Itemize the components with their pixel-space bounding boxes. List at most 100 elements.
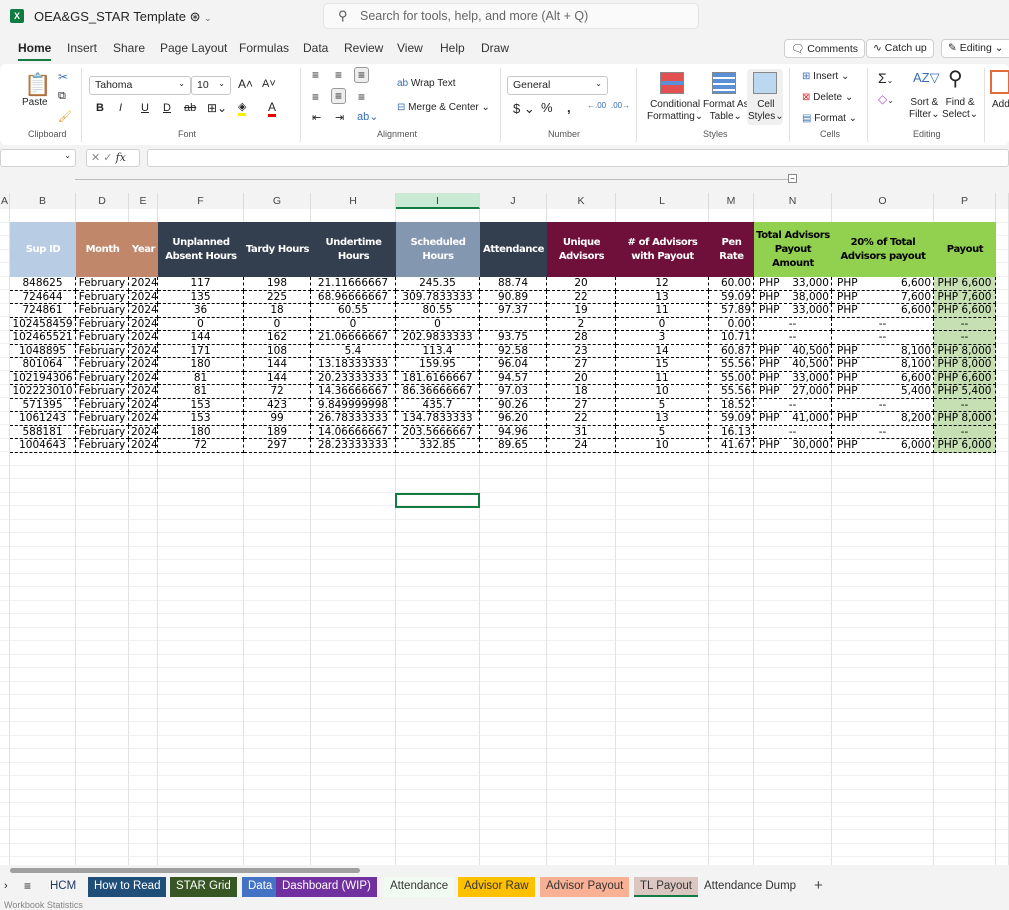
autosum-icon[interactable]: Σ⌄ (878, 70, 893, 86)
table-cell[interactable]: -- (832, 317, 934, 331)
table-cell[interactable]: 94.96 (480, 425, 547, 439)
align-top-icon[interactable]: ≡ (312, 68, 319, 82)
clear-icon[interactable]: ◇⌄ (878, 92, 894, 106)
align-left-icon[interactable]: ≡ (312, 90, 319, 104)
column-header-d[interactable]: D (76, 193, 129, 209)
table-cell[interactable]: 10 (616, 439, 709, 453)
column-header-g[interactable]: G (244, 193, 311, 209)
table-cell[interactable]: 12 (616, 277, 709, 291)
cell-styles-icon[interactable] (753, 72, 777, 94)
format-painter-icon[interactable]: 🖌 (58, 110, 72, 123)
table-cell[interactable]: 724861 (10, 304, 76, 318)
bold-icon[interactable]: B (96, 102, 104, 114)
table-cell[interactable]: 28 (547, 331, 616, 345)
column-header-i[interactable]: I (396, 193, 480, 209)
scrollbar-thumb[interactable] (10, 868, 360, 873)
column-header-f[interactable]: F (158, 193, 244, 209)
table-cell[interactable]: 72 (158, 439, 244, 453)
sheet-tab[interactable]: STAR Grid (170, 877, 237, 897)
table-cell[interactable]: 99 (244, 412, 311, 426)
tab-share[interactable]: Share (113, 41, 145, 55)
tab-view[interactable]: View (397, 41, 423, 55)
table-cell[interactable]: 2024 (129, 358, 158, 372)
sheet-tab[interactable]: Attendance Dump (698, 877, 802, 897)
table-cell[interactable]: 59.09 (709, 412, 754, 426)
table-cell[interactable]: PHP 40,500 (754, 344, 832, 358)
formula-input[interactable] (147, 149, 1009, 167)
table-cell[interactable]: PHP 8,100 (832, 344, 934, 358)
table-cell[interactable]: 297 (244, 439, 311, 453)
increase-indent-icon[interactable]: ⇥ (335, 111, 344, 124)
font-size-dropdown[interactable]: 10 ⌄ (191, 76, 231, 95)
header-cell[interactable]: Sup ID (10, 222, 76, 277)
comma-icon[interactable]: , (567, 100, 571, 115)
table-cell[interactable]: 3 (616, 331, 709, 345)
table-cell[interactable]: PHP 6,600 (832, 277, 934, 291)
tab-formulas[interactable]: Formulas (239, 41, 289, 55)
table-cell[interactable]: 134.7833333 (396, 412, 480, 426)
column-header-b[interactable]: B (10, 193, 76, 209)
table-cell[interactable]: February (76, 358, 129, 372)
table-cell[interactable]: PHP 38,000 (754, 290, 832, 304)
table-cell[interactable]: -- (934, 398, 996, 412)
table-cell[interactable]: 0 (396, 317, 480, 331)
table-cell[interactable]: 180 (158, 358, 244, 372)
table-cell[interactable]: 24 (547, 439, 616, 453)
table-cell[interactable]: February (76, 439, 129, 453)
decrease-font-icon[interactable]: A˅ (262, 78, 276, 90)
underline-icon[interactable]: U (141, 102, 149, 114)
table-cell[interactable]: PHP 6,000 (934, 439, 996, 453)
table-cell[interactable]: 202.9833333 (396, 331, 480, 345)
table-cell[interactable]: PHP 7,600 (832, 290, 934, 304)
table-cell[interactable]: 10.71 (709, 331, 754, 345)
table-cell[interactable]: 41.67 (709, 439, 754, 453)
tab-data[interactable]: Data (303, 41, 328, 55)
table-cell[interactable]: 97.37 (480, 304, 547, 318)
table-cell[interactable]: PHP 5,400 (832, 385, 934, 399)
orientation-icon[interactable]: ab⌄ (357, 110, 378, 123)
name-box[interactable]: ⌄ (0, 149, 76, 167)
table-cell[interactable]: PHP 30,000 (754, 439, 832, 453)
table-cell[interactable]: 0 (616, 317, 709, 331)
table-cell[interactable]: 571395 (10, 398, 76, 412)
table-cell[interactable]: 144 (158, 331, 244, 345)
table-cell[interactable]: February (76, 398, 129, 412)
table-cell[interactable]: 20 (547, 277, 616, 291)
tab-insert[interactable]: Insert (67, 41, 97, 55)
header-cell[interactable]: # of Advisors with Payout (616, 222, 709, 277)
enter-icon[interactable]: ✓ (103, 152, 112, 164)
font-name-dropdown[interactable]: Tahoma ⌄ (89, 76, 191, 95)
merge-center-button[interactable]: ⊟ Merge & Center ⌄ (397, 102, 490, 113)
workbook-statistics[interactable]: Workbook Statistics (4, 900, 83, 910)
header-cell[interactable]: Total Advisors Payout Amount (754, 222, 832, 277)
sort-filter-icon[interactable]: AZ▽ (913, 70, 940, 86)
table-cell[interactable]: 57.89 (709, 304, 754, 318)
table-cell[interactable]: 55.56 (709, 358, 754, 372)
table-cell[interactable]: 88.74 (480, 277, 547, 291)
table-cell[interactable]: 14.36666667 (311, 385, 396, 399)
table-cell[interactable]: 96.04 (480, 358, 547, 372)
align-middle-icon[interactable]: ≡ (335, 68, 342, 82)
table-cell[interactable]: PHP 8,000 (934, 358, 996, 372)
table-cell[interactable]: 189 (244, 425, 311, 439)
table-cell[interactable]: 55.00 (709, 371, 754, 385)
table-cell[interactable]: 26.78333333 (311, 412, 396, 426)
sheet-tab[interactable]: TL Payout (634, 877, 698, 897)
sheet-tab[interactable]: How to Read (88, 877, 167, 897)
tab-review[interactable]: Review (344, 41, 383, 55)
table-cell[interactable]: February (76, 385, 129, 399)
table-cell[interactable]: 5 (616, 425, 709, 439)
tab-page-layout[interactable]: Page Layout (160, 41, 227, 55)
table-cell[interactable]: -- (754, 317, 832, 331)
table-cell[interactable]: 162 (244, 331, 311, 345)
table-cell[interactable]: 1061243 (10, 412, 76, 426)
sort-filter-button[interactable]: Sort & Filter⌄ (909, 97, 940, 121)
table-cell[interactable]: -- (934, 317, 996, 331)
table-cell[interactable]: 31 (547, 425, 616, 439)
table-cell[interactable]: 2024 (129, 317, 158, 331)
table-cell[interactable]: 89.65 (480, 439, 547, 453)
table-cell[interactable]: 801064 (10, 358, 76, 372)
table-cell[interactable]: PHP 8,000 (934, 344, 996, 358)
align-right-icon[interactable]: ≡ (358, 90, 365, 104)
table-cell[interactable]: 0 (311, 317, 396, 331)
